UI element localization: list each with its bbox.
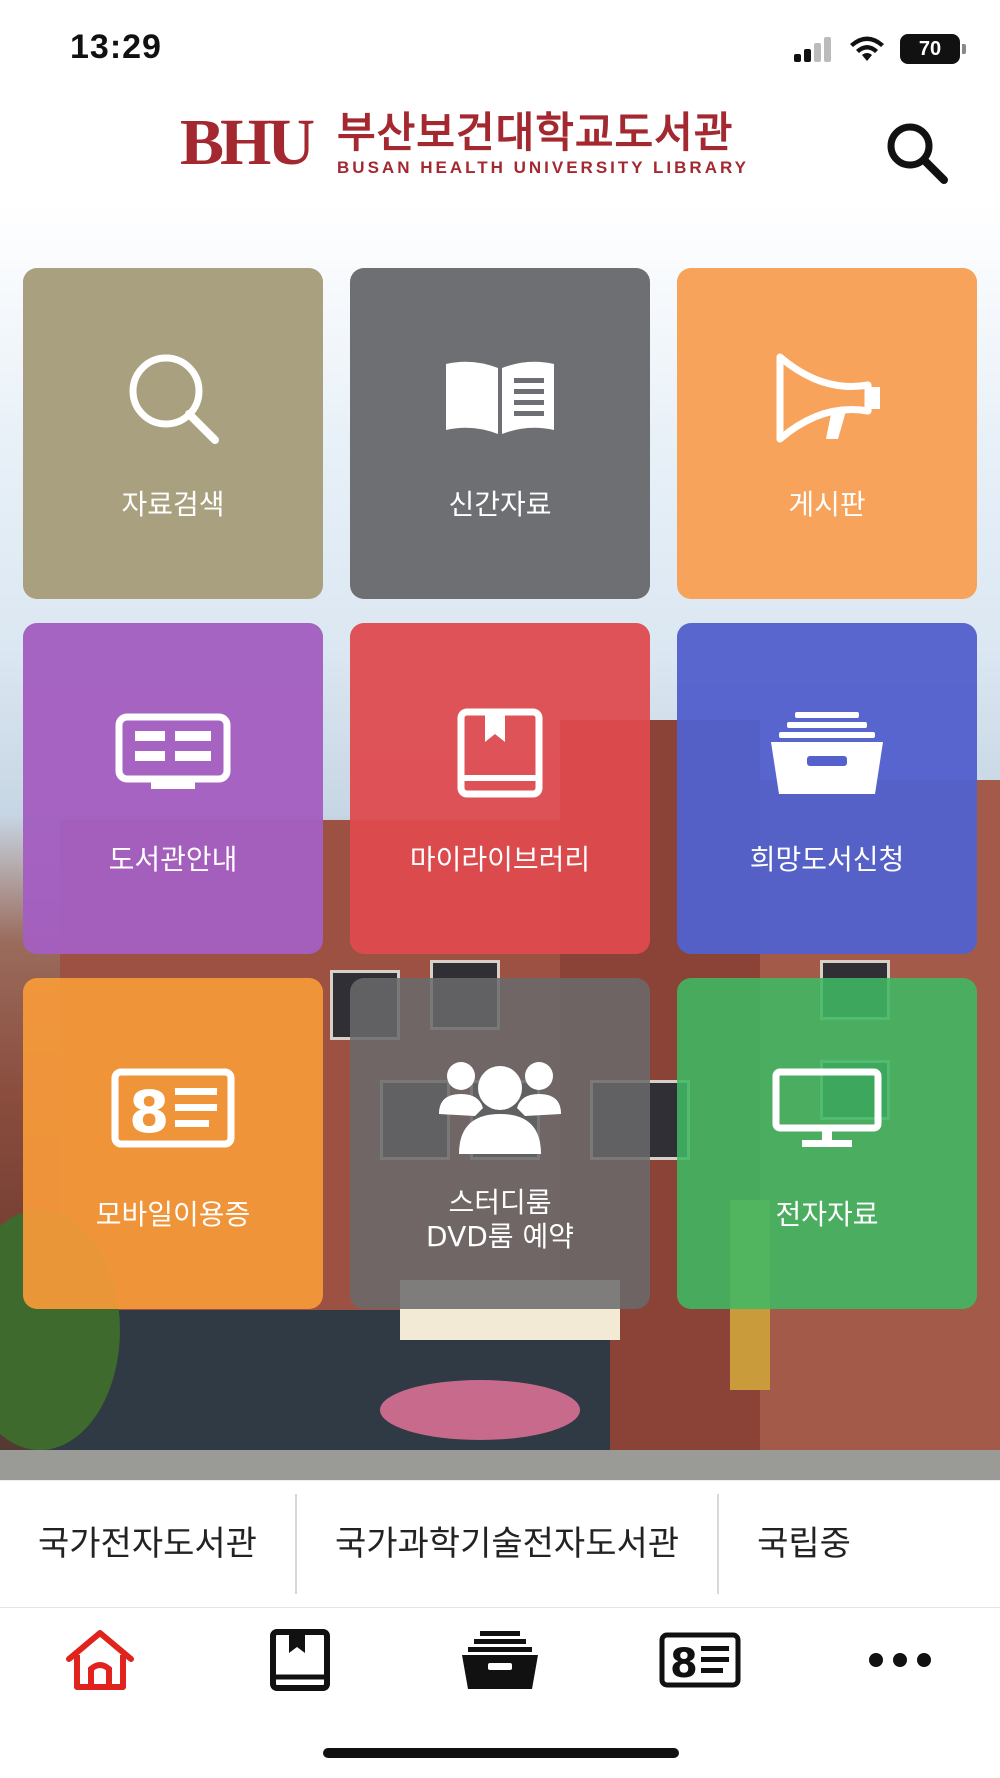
tile-label: 모바일이용증: [95, 1198, 251, 1231]
file-drawer-icon: [767, 703, 887, 803]
tab-home[interactable]: [0, 1610, 200, 1710]
bookmark-book-icon: [455, 703, 545, 803]
tile-label: 게시판: [788, 488, 866, 521]
desktop-icon: [772, 1058, 882, 1158]
quick-links-bar: 국가전자도서관 국가과학기술전자도서관 국립중: [0, 1480, 1000, 1608]
tile-label: 마이라이브러리: [409, 843, 591, 876]
search-icon: [123, 348, 223, 448]
status-time: 13:29: [70, 28, 162, 66]
quick-link-ndsl[interactable]: 국가과학기술전자도서관: [297, 1494, 717, 1594]
tile-label: 도서관안내: [108, 843, 238, 876]
tile-library-guide[interactable]: 도서관안내: [23, 623, 323, 954]
tab-book-request[interactable]: [400, 1610, 600, 1710]
quick-link-national-central-library[interactable]: 국립중: [719, 1494, 889, 1594]
tab-my-library[interactable]: [200, 1610, 400, 1710]
quick-link-national-digital-library[interactable]: 국가전자도서관: [0, 1494, 295, 1594]
tab-mobile-id[interactable]: 8: [600, 1610, 800, 1710]
tile-label: 스터디룸 DVD룸 예약: [426, 1186, 574, 1253]
status-bar: 13:29 70: [0, 0, 1000, 100]
megaphone-icon: [772, 348, 882, 448]
tile-search[interactable]: 자료검색: [23, 268, 323, 599]
search-icon: [887, 123, 948, 184]
tile-label: 희망도서신청: [749, 843, 905, 876]
tab-more[interactable]: [800, 1610, 1000, 1710]
cellular-signal-icon: [794, 37, 831, 62]
tile-e-resources[interactable]: 전자자료: [677, 978, 977, 1309]
tile-study-room-booking[interactable]: 스터디룸 DVD룸 예약: [350, 978, 650, 1309]
tile-new-arrivals[interactable]: 신간자료: [350, 268, 650, 599]
tile-notice-board[interactable]: 게시판: [677, 268, 977, 599]
bottom-tab-bar: 8: [0, 1610, 1000, 1710]
battery-icon: 70: [900, 34, 966, 64]
open-book-icon: [442, 348, 558, 448]
home-indicator: [323, 1748, 679, 1758]
tile-label: 전자자료: [775, 1198, 879, 1231]
id-card-icon: 8: [659, 1632, 741, 1688]
tile-book-request[interactable]: 희망도서신청: [677, 623, 977, 954]
logo-mark: BHU: [180, 106, 315, 179]
svg-text:8: 8: [129, 1078, 169, 1146]
more-icon: [869, 1653, 931, 1667]
tile-mobile-id[interactable]: 8 모바일이용증: [23, 978, 323, 1309]
tile-label: 자료검색: [121, 488, 225, 521]
library-logo[interactable]: BHU 부산보건대학교도서관 BUSAN HEALTH UNIVERSITY L…: [180, 108, 749, 178]
home-icon: [66, 1630, 134, 1690]
logo-text: 부산보건대학교도서관 BUSAN HEALTH UNIVERSITY LIBRA…: [337, 108, 749, 178]
file-drawer-icon: [462, 1631, 538, 1689]
app-header: BHU 부산보건대학교도서관 BUSAN HEALTH UNIVERSITY L…: [0, 100, 1000, 210]
search-button[interactable]: [882, 118, 952, 188]
id-card-icon: 8: [111, 1058, 235, 1158]
tile-my-library[interactable]: 마이라이브러리: [350, 623, 650, 954]
bookmark-book-icon: [270, 1629, 330, 1691]
group-icon: [435, 1058, 565, 1158]
status-icons: 70: [794, 34, 966, 64]
monitor-info-icon: [115, 703, 231, 803]
logo-subtitle: BUSAN HEALTH UNIVERSITY LIBRARY: [337, 158, 749, 177]
tile-label: 신간자료: [448, 488, 552, 521]
svg-text:8: 8: [670, 1641, 698, 1687]
logo-title: 부산보건대학교도서관: [337, 108, 734, 157]
wifi-icon: [850, 36, 884, 61]
menu-grid: 자료검색 신간자료 게시판 도서관안내 마이라이브러리 희망도서신청 8 모바일…: [23, 268, 978, 1309]
